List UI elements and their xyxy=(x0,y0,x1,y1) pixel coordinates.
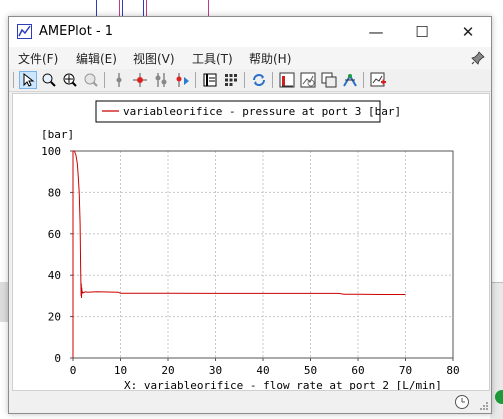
ameplot-app-icon xyxy=(17,24,32,39)
y-tick-label: 80 xyxy=(48,186,61,199)
resize-grip-icon[interactable] xyxy=(479,401,489,411)
minimize-button[interactable]: — xyxy=(353,17,399,47)
toolbar-separator xyxy=(363,72,364,88)
marker-play-icon xyxy=(176,73,189,87)
close-icon: ✕ xyxy=(461,23,475,41)
background-status-icon xyxy=(495,390,503,404)
toolbar-separator xyxy=(272,72,273,88)
multi-marker-icon xyxy=(155,73,167,87)
x-axis-label: X: variableorifice - flow rate at port 2… xyxy=(124,379,442,390)
zoom-tool-button[interactable] xyxy=(40,71,58,89)
minimize-icon: — xyxy=(368,23,384,41)
pin-icon[interactable] xyxy=(471,51,485,65)
background-line xyxy=(96,0,97,16)
pressure-chart[interactable]: 0 10 20 30 40 50 60 70 80 0 20 40 60 80 100 [bar] X: v… xyxy=(13,94,489,392)
y-axis-label: [bar] xyxy=(41,128,74,141)
x-tick-label: 10 xyxy=(114,364,127,377)
y-tick-label: 0 xyxy=(54,352,61,365)
maximize-button[interactable]: ☐ xyxy=(399,17,445,47)
data-table-icon xyxy=(203,73,217,87)
zoom-out-tool-button[interactable] xyxy=(82,71,100,89)
menu-bar: 文件(F) 编辑(E) 视图(V) 工具(T) 帮助(H) xyxy=(9,47,491,69)
x-tick-label: 0 xyxy=(70,364,77,377)
y-tick-label: 100 xyxy=(41,145,61,158)
menu-tools[interactable]: 工具(T) xyxy=(192,50,233,67)
menu-view[interactable]: 视图(V) xyxy=(133,50,175,67)
pointer-icon xyxy=(23,72,35,87)
chart-grid xyxy=(73,151,453,358)
toolbar-separator xyxy=(13,72,14,88)
x-tick-label: 70 xyxy=(399,364,412,377)
add-plot-tool-button[interactable] xyxy=(369,71,387,89)
x-tick-label: 20 xyxy=(161,364,174,377)
refresh-icon xyxy=(253,74,265,86)
copy-icon xyxy=(321,72,337,88)
x-tick-label: 30 xyxy=(209,364,222,377)
y-tick-label: 40 xyxy=(48,269,61,282)
export-tool-button[interactable] xyxy=(341,71,359,89)
plot-frame xyxy=(72,150,454,359)
chart-ticks: 0 10 20 30 40 50 60 70 80 0 20 40 60 80 100 xyxy=(41,145,460,377)
y-tick-label: 60 xyxy=(48,228,61,241)
background-line xyxy=(143,0,144,16)
menu-edit[interactable]: 编辑(E) xyxy=(76,50,117,67)
data-table-tool-button[interactable] xyxy=(201,71,219,89)
grid-icon xyxy=(225,74,237,86)
add-plot-icon xyxy=(370,72,386,87)
menu-file[interactable]: 文件(F) xyxy=(18,50,58,67)
zoom-icon xyxy=(42,73,56,87)
legend-box: variableorifice - pressure at port 3 [ba… xyxy=(95,100,401,123)
x-tick-label: 80 xyxy=(446,364,459,377)
window-title: AMEPlot - 1 xyxy=(39,24,114,39)
clock-icon[interactable] xyxy=(454,394,470,410)
ameplot-window: AMEPlot - 1 — ☐ ✕ 文件(F) 编辑(E) 视图(V) 工具(T… xyxy=(8,16,492,414)
marker-play-tool-button[interactable] xyxy=(173,71,191,89)
crosshair-icon xyxy=(133,73,147,87)
refresh-tool-button[interactable] xyxy=(250,71,268,89)
y-tick-label: 20 xyxy=(48,311,61,324)
status-bar xyxy=(9,391,491,413)
plot-area[interactable]: 0 10 20 30 40 50 60 70 80 0 20 40 60 80 100 [bar] X: v… xyxy=(12,93,490,392)
export-icon xyxy=(343,74,357,87)
background-line xyxy=(208,0,209,16)
marker-icon xyxy=(116,73,122,87)
background-line xyxy=(119,0,120,16)
background-line xyxy=(122,0,123,16)
menu-help[interactable]: 帮助(H) xyxy=(249,50,291,67)
multi-marker-tool-button[interactable] xyxy=(152,71,170,89)
copy-tool-button[interactable] xyxy=(320,71,338,89)
background-line xyxy=(146,0,147,16)
zoom-out-icon xyxy=(84,73,98,87)
plot-type-icon xyxy=(279,72,295,88)
crosshair-tool-button[interactable] xyxy=(131,71,149,89)
x-tick-label: 40 xyxy=(256,364,269,377)
zoom-fit-icon xyxy=(63,73,77,87)
toolbar-separator xyxy=(244,72,245,88)
marker-tool-button[interactable] xyxy=(110,71,128,89)
zoom-fit-tool-button[interactable] xyxy=(61,71,79,89)
properties-tool-button[interactable] xyxy=(299,71,317,89)
legend-label: variableorifice - pressure at port 3 [ba… xyxy=(123,105,401,118)
close-button[interactable]: ✕ xyxy=(445,17,491,47)
plot-type-tool-button[interactable] xyxy=(278,71,296,89)
grid-tool-button[interactable] xyxy=(222,71,240,89)
toolbar-separator xyxy=(104,72,105,88)
background-app-top xyxy=(0,0,503,16)
x-tick-label: 60 xyxy=(351,364,364,377)
maximize-icon: ☐ xyxy=(415,23,429,41)
toolbar xyxy=(9,69,491,92)
properties-icon xyxy=(300,72,316,88)
x-tick-label: 50 xyxy=(304,364,317,377)
toolbar-separator xyxy=(195,72,196,88)
title-bar[interactable]: AMEPlot - 1 — ☐ ✕ xyxy=(9,17,491,47)
series-line-pressure xyxy=(72,150,406,358)
pointer-tool-button[interactable] xyxy=(19,71,37,89)
